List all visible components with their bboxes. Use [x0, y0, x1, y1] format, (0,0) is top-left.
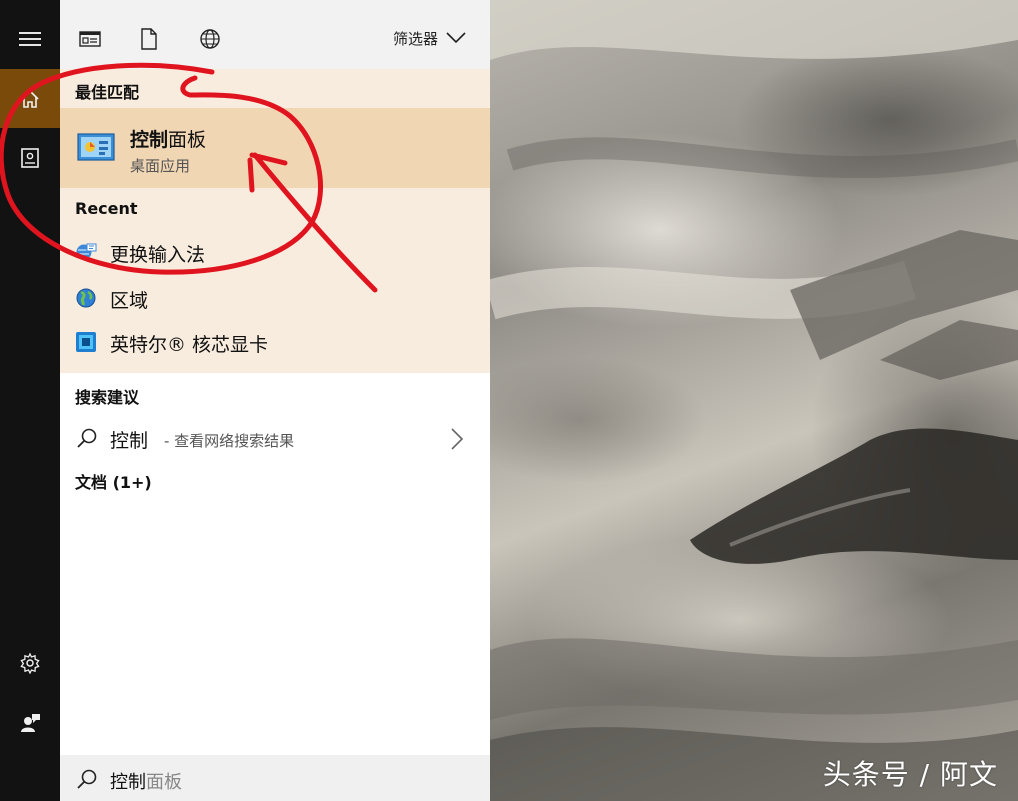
search-autocomplete-text: 面板: [146, 772, 182, 793]
best-match-title-bold: 控制: [130, 129, 169, 151]
chevron-down-icon: [446, 32, 466, 44]
chevron-right-icon: [451, 428, 464, 450]
recent-item-label: 区域: [110, 290, 149, 312]
documents-filter-icon: [141, 28, 157, 50]
apps-filter-button[interactable]: [75, 24, 105, 54]
home-icon: [21, 89, 39, 108]
notebook-icon: [21, 148, 39, 168]
recent-item-label: 更换输入法: [110, 244, 206, 266]
recent-item-region[interactable]: 区域: [60, 276, 490, 320]
watermark: 头条号 / 阿文: [822, 758, 998, 791]
suggestion-hint: - 查看网络搜索结果: [164, 432, 295, 450]
control-panel-icon: [77, 133, 115, 167]
best-match-item[interactable]: 控制面板 桌面应用: [60, 108, 490, 188]
best-match-title: 控制面板: [130, 125, 206, 152]
intel-graphics-icon: [76, 332, 96, 352]
filter-label: 筛选器: [393, 29, 439, 48]
suggestion-term: 控制: [110, 430, 149, 452]
best-match-subtitle: 桌面应用: [130, 157, 191, 175]
best-match-title-rest: 面板: [168, 129, 207, 151]
feedback-button[interactable]: [0, 693, 60, 753]
search-results-panel: 筛选器 最佳匹配 控制面板 桌面应用 Recent 更换输入法 区域 英特尔® …: [60, 0, 490, 801]
web-filter-button[interactable]: [195, 24, 225, 54]
wallpaper-ink-art: [490, 0, 1018, 801]
home-button[interactable]: [0, 69, 60, 128]
search-input[interactable]: 控制面板: [110, 768, 182, 794]
menu-button[interactable]: [0, 8, 60, 70]
settings-button[interactable]: [0, 633, 60, 693]
suggestions-heading: 搜索建议: [75, 388, 140, 407]
filter-dropdown[interactable]: 筛选器: [393, 26, 466, 50]
start-rail: [0, 0, 60, 801]
desktop-wallpaper: 头条号 / 阿文: [490, 0, 1018, 801]
search-box[interactable]: 控制面板: [60, 755, 490, 801]
gear-icon: [20, 652, 40, 674]
filter-bar: 筛选器: [60, 0, 490, 69]
notebook-button[interactable]: [0, 128, 60, 188]
documents-filter-button[interactable]: [134, 24, 164, 54]
search-icon: [77, 428, 97, 448]
documents-heading[interactable]: 文档 (1+): [75, 469, 152, 493]
apps-filter-icon: [79, 31, 101, 47]
region-globe-icon: [76, 288, 96, 308]
search-typed-text: 控制: [110, 772, 146, 793]
feedback-icon: [21, 714, 40, 732]
hamburger-icon: [19, 32, 41, 46]
recent-item-input-method[interactable]: 更换输入法: [60, 230, 490, 274]
search-icon: [77, 769, 97, 789]
language-icon: [76, 243, 97, 260]
recent-item-intel-graphics[interactable]: 英特尔® 核芯显卡: [60, 320, 490, 364]
web-filter-icon: [200, 29, 220, 49]
recent-item-label: 英特尔® 核芯显卡: [110, 334, 269, 356]
recent-heading: Recent: [75, 199, 138, 218]
web-suggestion-item[interactable]: 控制 - 查看网络搜索结果: [60, 416, 490, 460]
best-match-heading: 最佳匹配: [75, 83, 140, 102]
